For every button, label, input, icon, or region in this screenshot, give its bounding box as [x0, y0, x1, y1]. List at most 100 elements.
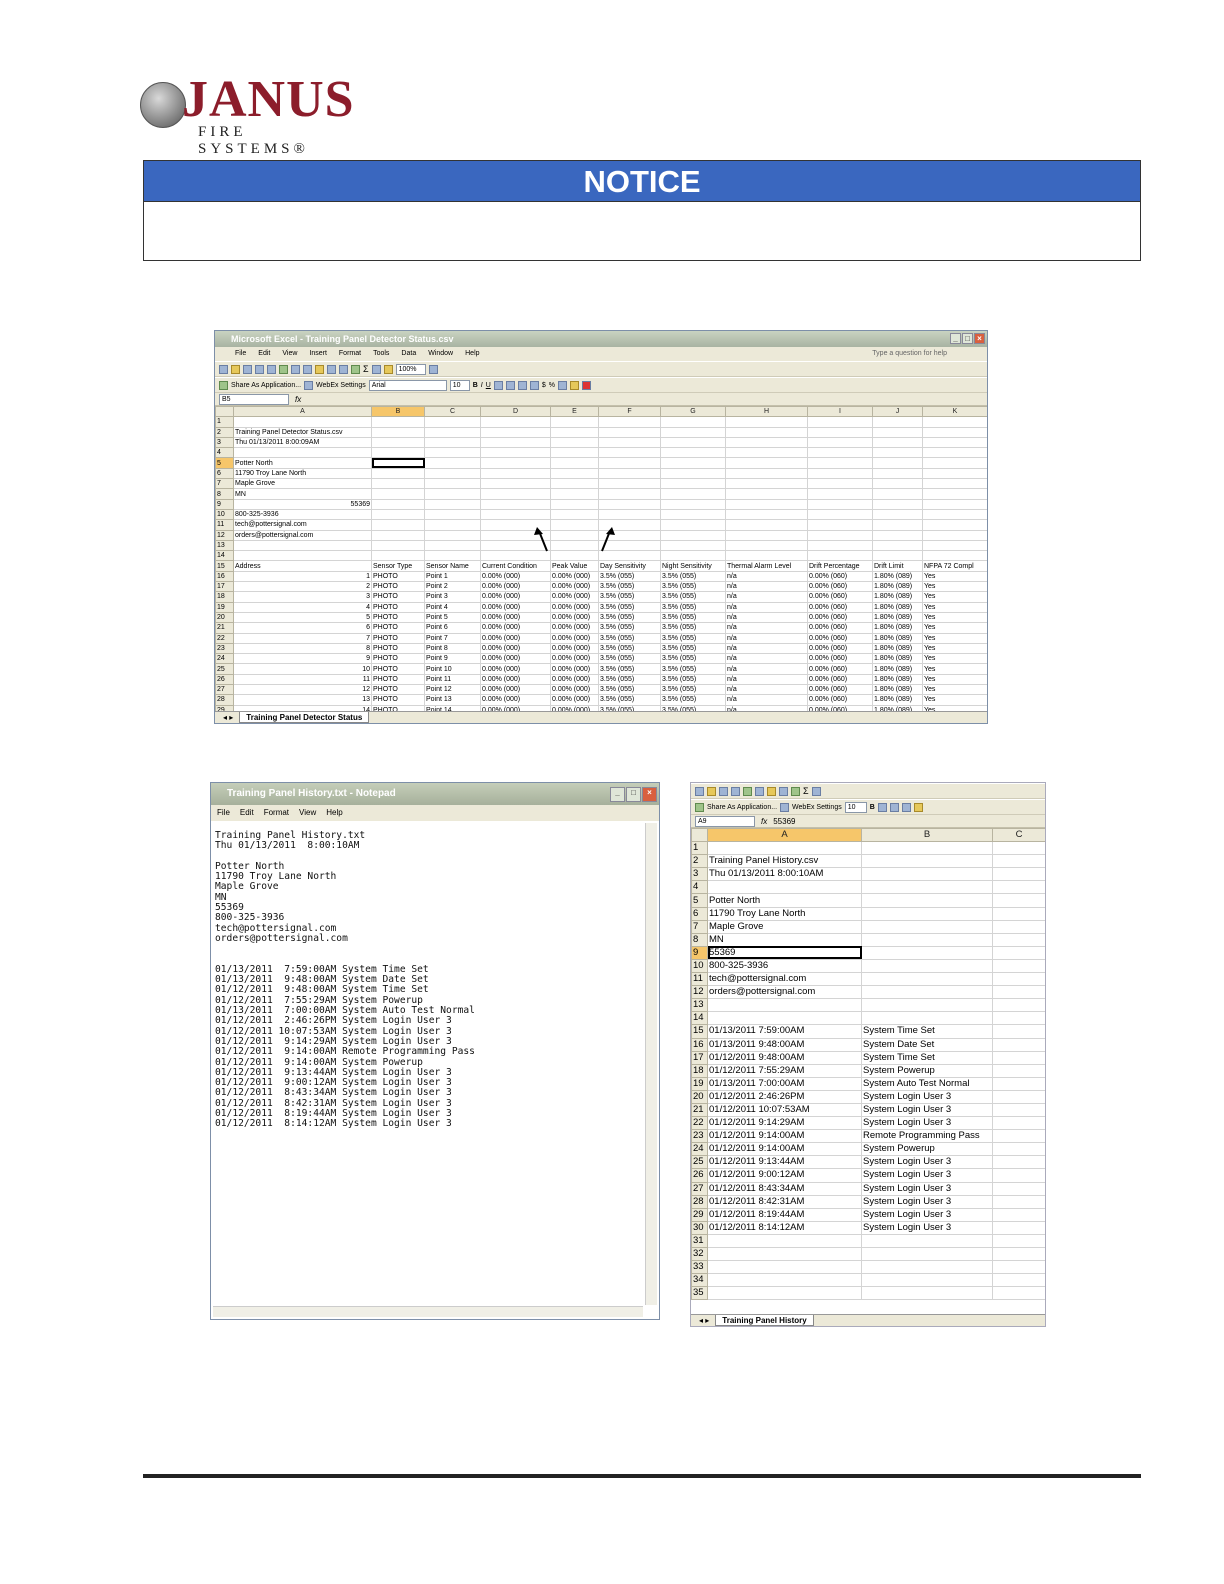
row-header[interactable]: 2 [691, 854, 708, 869]
cell[interactable] [371, 436, 425, 449]
sheet-tab-history[interactable]: Training Panel History [715, 1315, 814, 1326]
select-all-corner[interactable] [691, 827, 708, 843]
sheet-tab-detector-status[interactable]: Training Panel Detector Status [239, 712, 370, 723]
underline-icon[interactable]: U [486, 382, 491, 389]
cell[interactable] [424, 478, 481, 490]
cell[interactable]: Yes [922, 663, 987, 675]
cell[interactable]: 3.5% (055) [660, 622, 726, 634]
cell[interactable] [371, 488, 425, 500]
cell[interactable] [660, 488, 726, 500]
cell[interactable] [550, 498, 599, 510]
cell[interactable]: 3.5% (055) [660, 611, 726, 624]
cell[interactable]: 0.00% (000) [550, 684, 599, 696]
row-header[interactable]: 27 [215, 684, 234, 696]
cell[interactable]: 3.5% (055) [598, 611, 661, 624]
cell[interactable] [861, 1246, 993, 1262]
cell[interactable]: PHOTO [371, 673, 425, 686]
sort-icon[interactable] [371, 364, 381, 374]
row-header[interactable]: 23 [691, 1129, 708, 1144]
row-header[interactable]: 17 [215, 581, 234, 593]
cell[interactable]: 3.5% (055) [660, 684, 726, 696]
cell[interactable]: 0.00% (000) [480, 663, 551, 675]
row-header[interactable]: 19 [691, 1076, 708, 1091]
cell[interactable]: 0.00% (060) [807, 601, 873, 613]
cell[interactable]: 0.00% (000) [550, 570, 599, 583]
cell[interactable] [725, 447, 808, 459]
cell[interactable] [725, 478, 808, 490]
column-header-b[interactable]: B [371, 405, 425, 418]
zoom-select[interactable]: 100% [395, 363, 426, 375]
cell[interactable] [992, 1181, 1045, 1196]
cell[interactable] [660, 498, 726, 510]
column-header-c[interactable]: C [992, 827, 1045, 843]
cell[interactable]: orders@pottersignal.com [233, 529, 372, 541]
cell[interactable]: 0.00% (000) [480, 570, 551, 583]
cell[interactable]: 3.5% (055) [660, 663, 726, 675]
cell[interactable]: 0.00% (060) [807, 632, 873, 644]
sheet-nav-icon[interactable]: ◂ ▸ [223, 712, 233, 723]
cell[interactable] [807, 529, 873, 541]
cell[interactable]: Potter North [233, 457, 372, 469]
cell[interactable]: Current Condition [480, 560, 551, 572]
cell[interactable]: n/a [725, 622, 808, 634]
cell[interactable] [660, 529, 726, 541]
cell[interactable]: 1.80% (089) [872, 684, 923, 696]
cell[interactable]: 5 [233, 611, 372, 624]
cell[interactable]: Drift Limit [872, 560, 923, 572]
cell[interactable]: 3.5% (055) [660, 653, 726, 665]
cell[interactable] [922, 519, 987, 531]
cell[interactable] [872, 436, 923, 449]
menu-edit[interactable]: Edit [240, 805, 254, 821]
cell[interactable]: Yes [922, 694, 987, 706]
cell[interactable] [424, 529, 481, 541]
cell[interactable] [922, 498, 987, 510]
cell[interactable] [660, 457, 726, 469]
cell[interactable] [725, 550, 808, 562]
cell[interactable]: n/a [725, 653, 808, 665]
cell[interactable]: 0.00% (000) [550, 611, 599, 624]
name-box[interactable]: B5 [219, 393, 289, 405]
cell[interactable] [660, 508, 726, 521]
cell[interactable]: Point 10 [424, 663, 481, 675]
cell[interactable] [807, 508, 873, 521]
cell[interactable]: 3 [233, 591, 372, 603]
cell[interactable] [861, 893, 993, 908]
cell[interactable]: 01/12/2011 8:19:44AM [707, 1207, 862, 1222]
column-header-a[interactable]: A [233, 405, 372, 418]
column-header-j[interactable]: J [872, 405, 923, 418]
cell[interactable] [371, 508, 425, 521]
cell[interactable] [598, 488, 661, 500]
cell[interactable]: 0.00% (000) [480, 591, 551, 603]
cell[interactable] [872, 498, 923, 510]
cell[interactable]: 0.00% (000) [550, 632, 599, 644]
cell[interactable] [872, 508, 923, 521]
cell[interactable]: 01/12/2011 9:14:00AM [707, 1142, 862, 1157]
cell[interactable]: Yes [922, 581, 987, 593]
cell[interactable] [550, 488, 599, 500]
cell[interactable]: 01/12/2011 9:14:00AM [707, 1129, 862, 1144]
cell[interactable]: System Login User 3 [861, 1220, 993, 1235]
cell[interactable]: 01/13/2011 9:48:00AM [707, 1037, 862, 1052]
cell[interactable] [424, 436, 481, 449]
cell[interactable] [992, 1024, 1045, 1039]
menu-tools[interactable]: Tools [373, 347, 389, 361]
cell[interactable] [992, 1194, 1045, 1209]
cell[interactable]: 12 [233, 684, 372, 696]
cell[interactable]: Yes [922, 673, 987, 686]
merge-icon[interactable] [529, 380, 539, 390]
row-header[interactable]: 4 [215, 447, 234, 459]
cell[interactable]: 0.00% (000) [550, 673, 599, 686]
cell[interactable] [922, 426, 987, 438]
cell[interactable]: Training Panel Detector Status.csv [233, 426, 372, 438]
cell[interactable]: Sensor Type [371, 560, 425, 572]
cell[interactable] [424, 519, 481, 531]
cell[interactable]: n/a [725, 632, 808, 644]
cell[interactable]: 10 [233, 663, 372, 675]
fill-color-icon[interactable] [913, 802, 923, 812]
cell[interactable]: 0.00% (000) [480, 694, 551, 706]
cell[interactable]: 13 [233, 694, 372, 706]
column-header-i[interactable]: I [807, 405, 873, 418]
cell[interactable] [992, 1076, 1045, 1091]
cell[interactable]: 01/13/2011 7:00:00AM [707, 1076, 862, 1091]
row-header[interactable]: 5 [691, 893, 708, 908]
